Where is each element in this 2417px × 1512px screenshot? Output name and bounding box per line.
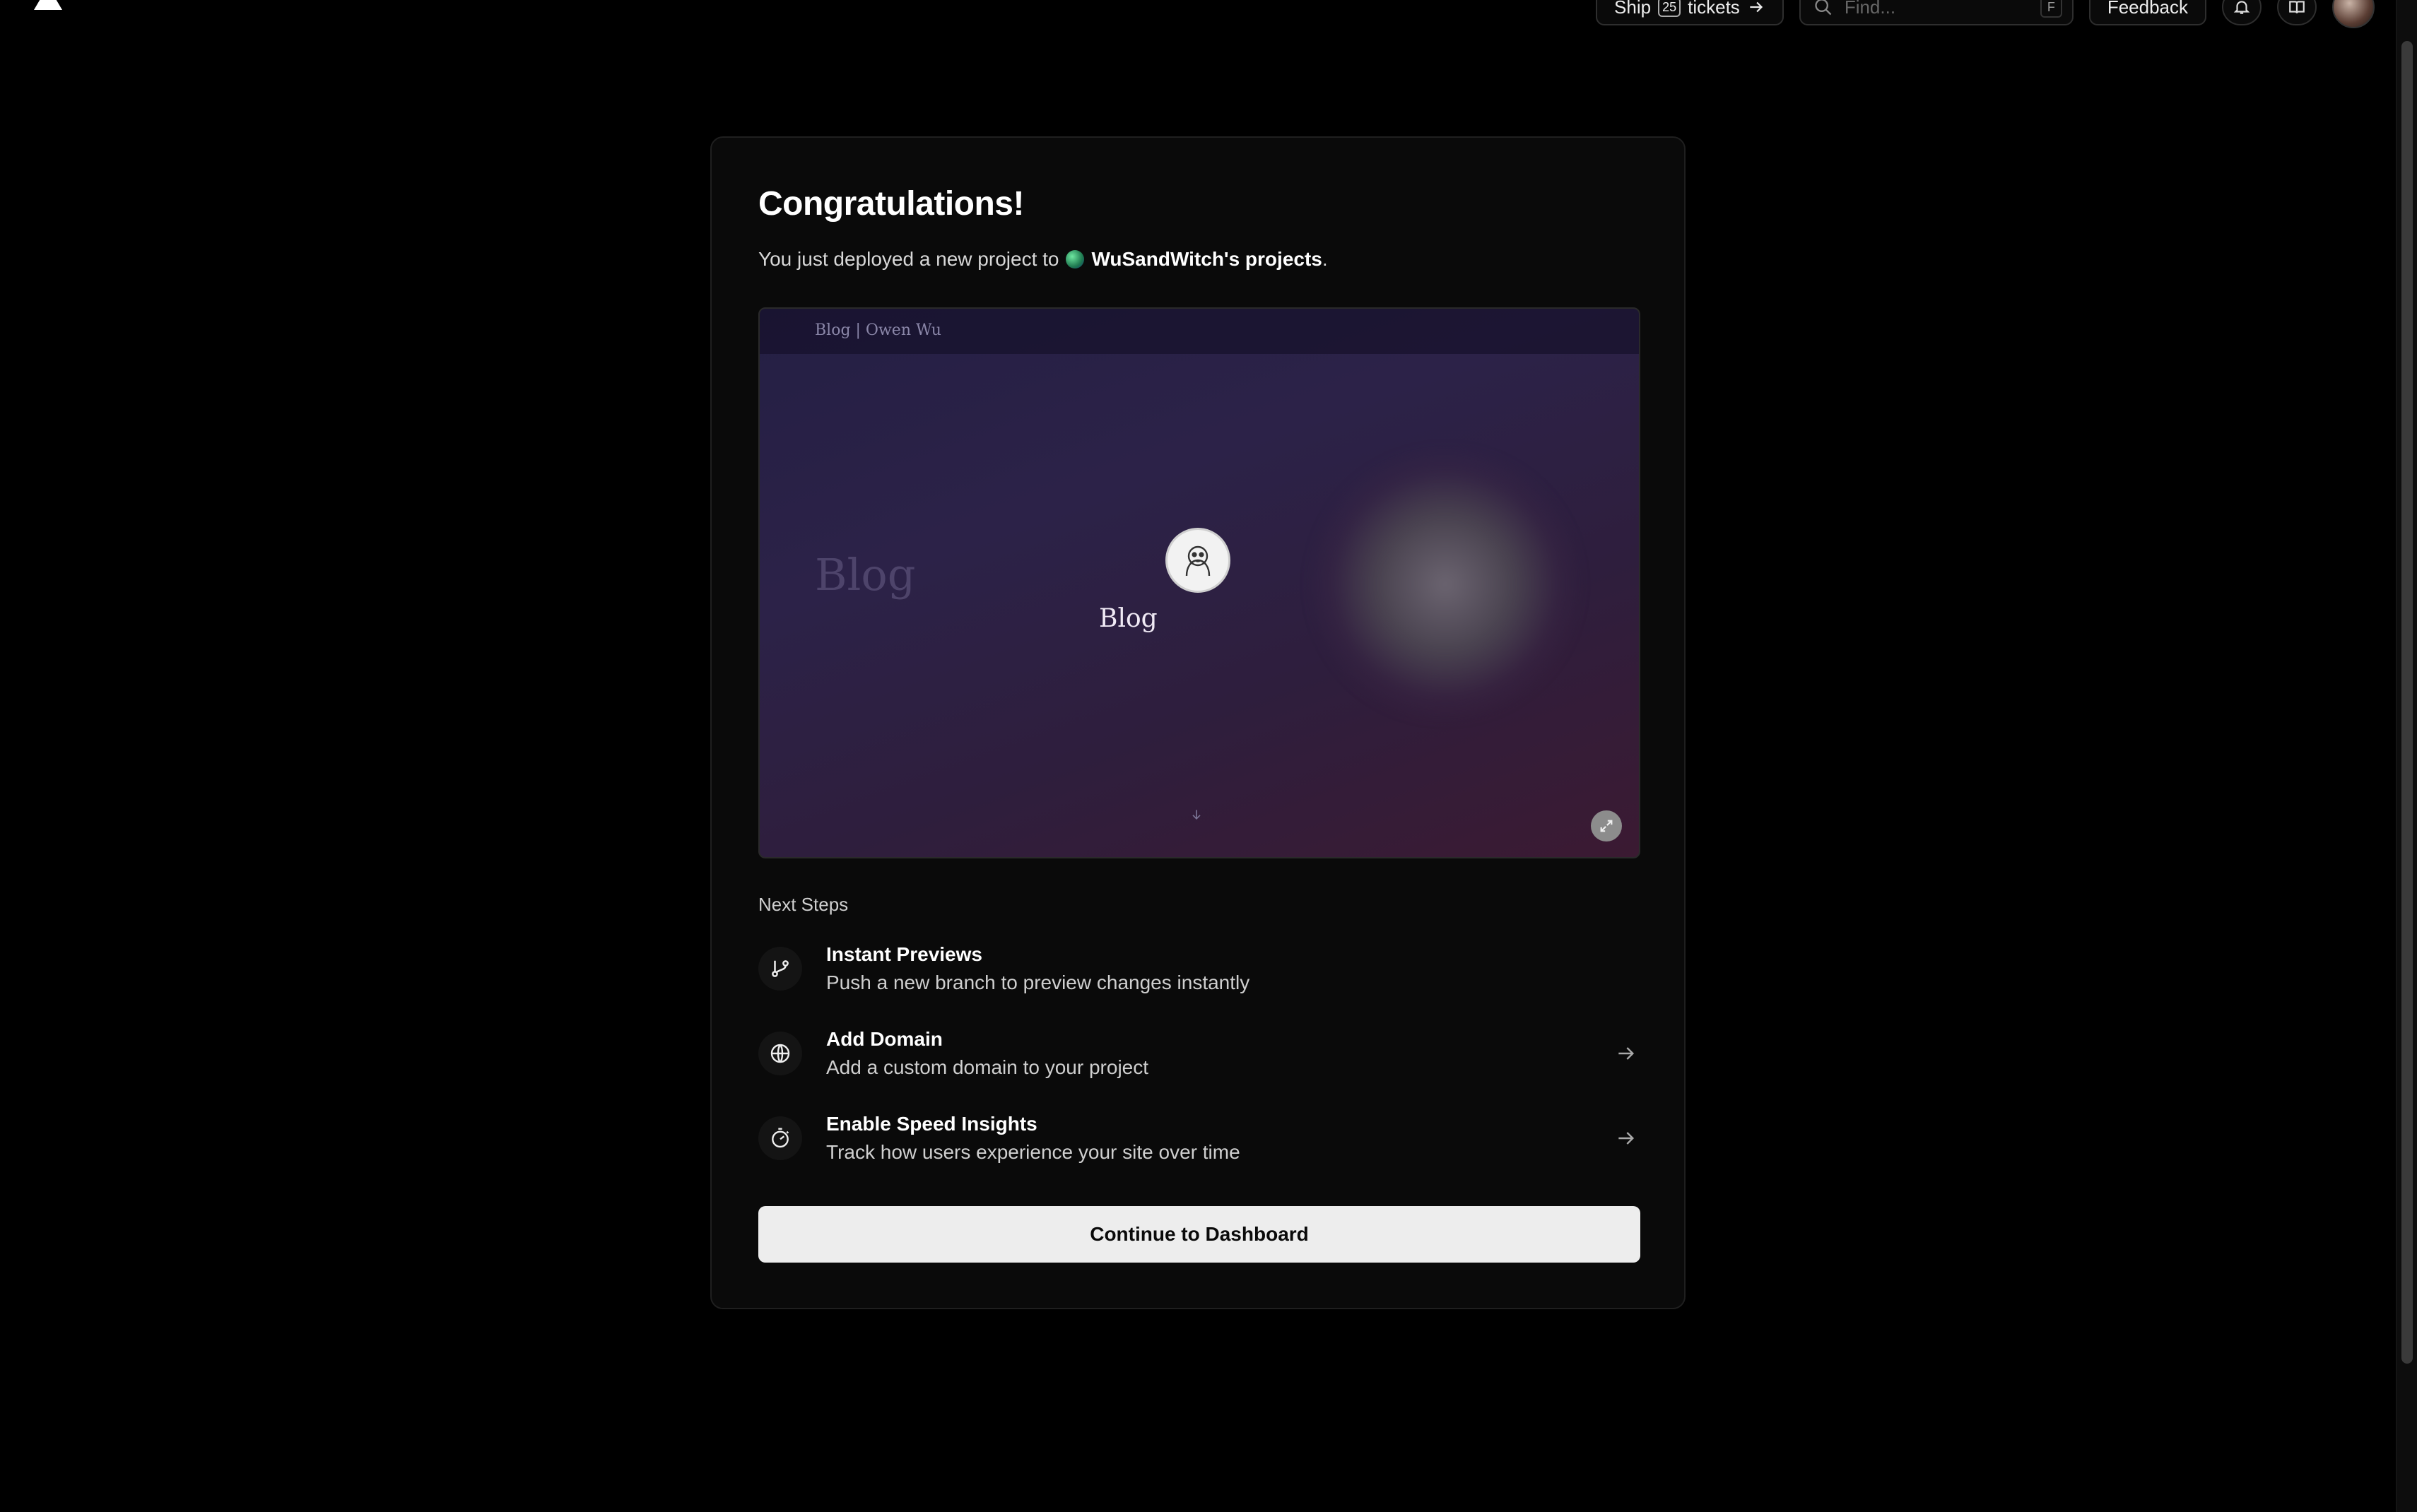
user-avatar[interactable]: [2332, 0, 2375, 28]
scrollbar-thumb[interactable]: [2401, 41, 2413, 1364]
team-avatar-icon: [1066, 250, 1085, 268]
search-placeholder: Find...: [1844, 0, 1896, 18]
step-description: Track how users experience your site ove…: [826, 1141, 1240, 1163]
step-add-domain[interactable]: Add Domain Add a custom domain to your p…: [758, 1020, 1640, 1087]
bell-icon: [2233, 1, 2250, 14]
step-description: Push a new branch to preview changes ins…: [826, 971, 1250, 993]
team-name-link[interactable]: WuSandWitch's projects: [1091, 248, 1322, 270]
preview-site-title: Blog | Owen Wu: [815, 321, 941, 339]
search-box[interactable]: Find... F: [1799, 0, 2074, 25]
deployment-subtitle: You just deployed a new project to WuSan…: [758, 248, 1328, 271]
ship-tickets-button[interactable]: Ship 25 tickets: [1596, 0, 1784, 25]
preview-orb-graphic: [1311, 450, 1580, 719]
preview-avatar-icon: [1165, 528, 1230, 593]
next-steps-heading: Next Steps: [758, 894, 849, 915]
globe-icon: [758, 1032, 802, 1075]
page-title: Congratulations!: [758, 185, 1024, 223]
deployment-preview[interactable]: Blog | Owen Wu Blog Blog: [758, 307, 1640, 858]
ship-label: Ship: [1614, 0, 1652, 18]
git-branch-icon: [758, 947, 802, 991]
step-title: Add Domain: [826, 1028, 943, 1050]
continue-to-dashboard-button[interactable]: Continue to Dashboard: [758, 1206, 1640, 1263]
tickets-label: tickets: [1688, 0, 1740, 18]
vercel-logo[interactable]: [34, 0, 62, 10]
page-scrollbar[interactable]: [2396, 0, 2417, 1512]
preview-blog-title: Blog: [1099, 604, 1158, 633]
step-description: Add a custom domain to your project: [826, 1056, 1149, 1078]
step-instant-previews: Instant Previews Push a new branch to pr…: [758, 935, 1640, 1003]
arrow-right-icon: [1750, 1, 1763, 13]
step-title: Instant Previews: [826, 943, 982, 965]
top-navigation: Ship 25 tickets Find... F Feedback: [1596, 0, 2375, 28]
notifications-button[interactable]: [2222, 0, 2262, 25]
feedback-button[interactable]: Feedback: [2088, 0, 2206, 25]
expand-preview-button[interactable]: [1591, 810, 1622, 841]
stopwatch-icon: [758, 1116, 802, 1160]
deployment-success-card: Congratulations! You just deployed a new…: [710, 136, 1686, 1309]
expand-icon: [1600, 820, 1613, 832]
arrow-right-icon[interactable]: [1612, 1124, 1640, 1152]
step-title: Enable Speed Insights: [826, 1113, 1037, 1135]
search-icon: [1815, 0, 1832, 16]
subtitle-period: .: [1322, 248, 1328, 270]
ship-count-badge: 25: [1658, 0, 1681, 17]
scroll-down-icon: [1189, 808, 1204, 826]
arrow-right-icon[interactable]: [1612, 1039, 1640, 1068]
docs-button[interactable]: [2277, 0, 2317, 25]
book-icon: [2289, 1, 2305, 13]
subtitle-text: You just deployed a new project to: [758, 248, 1059, 270]
search-shortcut-key: F: [2040, 0, 2062, 18]
step-enable-speed-insights[interactable]: Enable Speed Insights Track how users ex…: [758, 1104, 1640, 1172]
preview-background-heading: Blog: [815, 549, 916, 601]
